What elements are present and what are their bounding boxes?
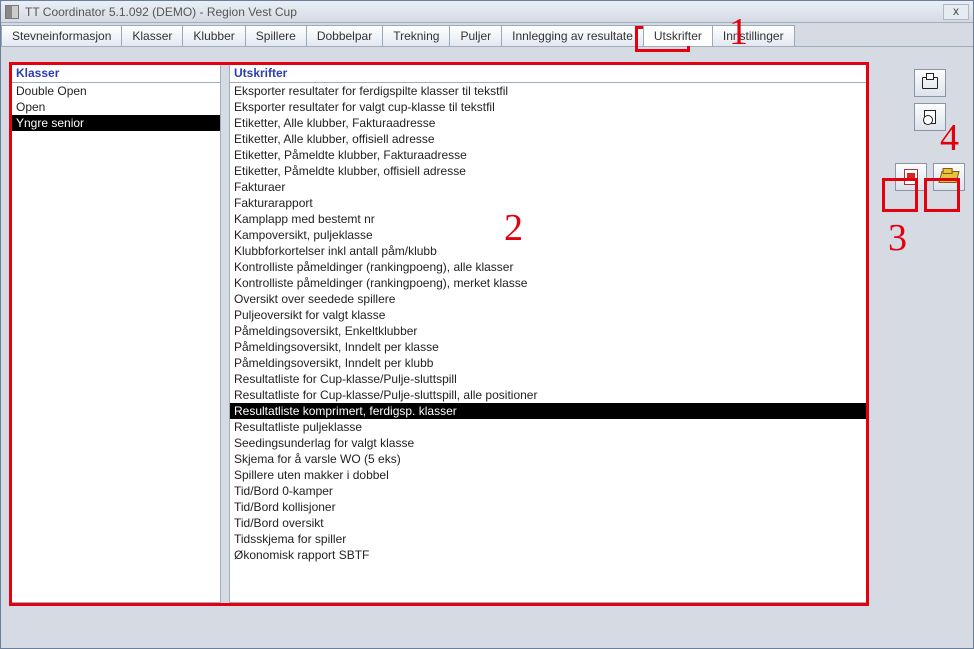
- utskrifter-item[interactable]: Spillere uten makker i dobbel: [230, 467, 868, 483]
- utskrifter-item[interactable]: Kontrolliste påmeldinger (rankingpoeng),…: [230, 259, 868, 275]
- utskrifter-item[interactable]: Kontrolliste påmeldinger (rankingpoeng),…: [230, 275, 868, 291]
- utskrifter-item[interactable]: Resultatliste puljeklasse: [230, 419, 868, 435]
- tab-3[interactable]: Spillere: [245, 25, 307, 46]
- klasser-column: Klasser Double OpenOpenYngre senior: [11, 63, 221, 603]
- utskrifter-item[interactable]: Økonomisk rapport SBTF: [230, 547, 868, 563]
- utskrifter-item[interactable]: Resultatliste for Cup-klasse/Pulje-slutt…: [230, 371, 868, 387]
- utskrifter-item[interactable]: Fakturarapport: [230, 195, 868, 211]
- tab-1[interactable]: Klasser: [121, 25, 183, 46]
- app-icon: [5, 5, 19, 19]
- utskrifter-item[interactable]: Resultatliste for Cup-klasse/Pulje-slutt…: [230, 387, 868, 403]
- utskrifter-item[interactable]: Tid/Bord kollisjoner: [230, 499, 868, 515]
- utskrifter-item[interactable]: Resultatliste komprimert, ferdigsp. klas…: [230, 403, 868, 419]
- tab-6[interactable]: Puljer: [449, 25, 502, 46]
- window-title: TT Coordinator 5.1.092 (DEMO) - Region V…: [25, 5, 941, 19]
- tab-5[interactable]: Trekning: [382, 25, 450, 46]
- export-pdf-button[interactable]: [895, 163, 927, 191]
- titlebar: TT Coordinator 5.1.092 (DEMO) - Region V…: [1, 1, 973, 23]
- utskrifter-item[interactable]: Eksporter resultater for valgt cup-klass…: [230, 99, 868, 115]
- close-button[interactable]: x: [943, 4, 969, 20]
- utskrifter-item[interactable]: Klubbforkortelser inkl antall påm/klubb: [230, 243, 868, 259]
- utskrifter-item[interactable]: Påmeldingsoversikt, Inndelt per klubb: [230, 355, 868, 371]
- utskrifter-item[interactable]: Påmeldingsoversikt, Inndelt per klasse: [230, 339, 868, 355]
- klasser-item[interactable]: Double Open: [12, 83, 220, 99]
- utskrifter-header: Utskrifter: [229, 63, 869, 82]
- klasser-item[interactable]: Open: [12, 99, 220, 115]
- open-folder-button[interactable]: [933, 163, 965, 191]
- print-icon: [922, 77, 938, 89]
- utskrifter-item[interactable]: Seedingsunderlag for valgt klasse: [230, 435, 868, 451]
- klasser-item[interactable]: Yngre senior: [12, 115, 220, 131]
- utskrifter-item[interactable]: Etiketter, Påmeldte klubber, Fakturaadre…: [230, 147, 868, 163]
- panels: Klasser Double OpenOpenYngre senior Utsk…: [11, 63, 869, 603]
- utskrifter-item[interactable]: Puljeoversikt for valgt klasse: [230, 307, 868, 323]
- tab-2[interactable]: Klubber: [182, 25, 245, 46]
- export-row: [895, 163, 965, 191]
- pdf-icon: [904, 169, 918, 185]
- tab-9[interactable]: Innstillinger: [712, 25, 795, 46]
- content-area: Klasser Double OpenOpenYngre senior Utsk…: [3, 51, 971, 646]
- tab-7[interactable]: Innlegging av resultate: [501, 25, 644, 46]
- folder-open-icon: [938, 171, 959, 183]
- utskrifter-item[interactable]: Skjema for å varsle WO (5 eks): [230, 451, 868, 467]
- utskrifter-item[interactable]: Etiketter, Påmeldte klubber, offisiell a…: [230, 163, 868, 179]
- magnifier-icon: [924, 110, 936, 124]
- print-button[interactable]: [914, 69, 946, 97]
- tab-4[interactable]: Dobbelpar: [306, 25, 383, 46]
- utskrifter-column: Utskrifter Eksporter resultater for ferd…: [229, 63, 869, 603]
- tabstrip: StevneinformasjonKlasserKlubberSpillereD…: [1, 23, 973, 47]
- klasser-header: Klasser: [11, 63, 221, 82]
- report-toolbar: [895, 69, 965, 191]
- utskrifter-item[interactable]: Tid/Bord 0-kamper: [230, 483, 868, 499]
- utskrifter-item[interactable]: Tid/Bord oversikt: [230, 515, 868, 531]
- klasser-list[interactable]: Double OpenOpenYngre senior: [11, 82, 221, 603]
- utskrifter-item[interactable]: Kamplapp med bestemt nr: [230, 211, 868, 227]
- utskrifter-item[interactable]: Påmeldingsoversikt, Enkeltklubber: [230, 323, 868, 339]
- utskrifter-item[interactable]: Oversikt over seedede spillere: [230, 291, 868, 307]
- utskrifter-item[interactable]: Etiketter, Alle klubber, Fakturaadresse: [230, 115, 868, 131]
- tab-8[interactable]: Utskrifter: [643, 25, 713, 46]
- utskrifter-item[interactable]: Tidsskjema for spiller: [230, 531, 868, 547]
- preview-button[interactable]: [914, 103, 946, 131]
- tab-0[interactable]: Stevneinformasjon: [1, 25, 122, 46]
- app-window: TT Coordinator 5.1.092 (DEMO) - Region V…: [0, 0, 974, 649]
- utskrifter-list[interactable]: Eksporter resultater for ferdigspilte kl…: [229, 82, 869, 603]
- utskrifter-item[interactable]: Eksporter resultater for ferdigspilte kl…: [230, 83, 868, 99]
- utskrifter-item[interactable]: Kampoversikt, puljeklasse: [230, 227, 868, 243]
- utskrifter-item[interactable]: Fakturaer: [230, 179, 868, 195]
- utskrifter-item[interactable]: Etiketter, Alle klubber, offisiell adres…: [230, 131, 868, 147]
